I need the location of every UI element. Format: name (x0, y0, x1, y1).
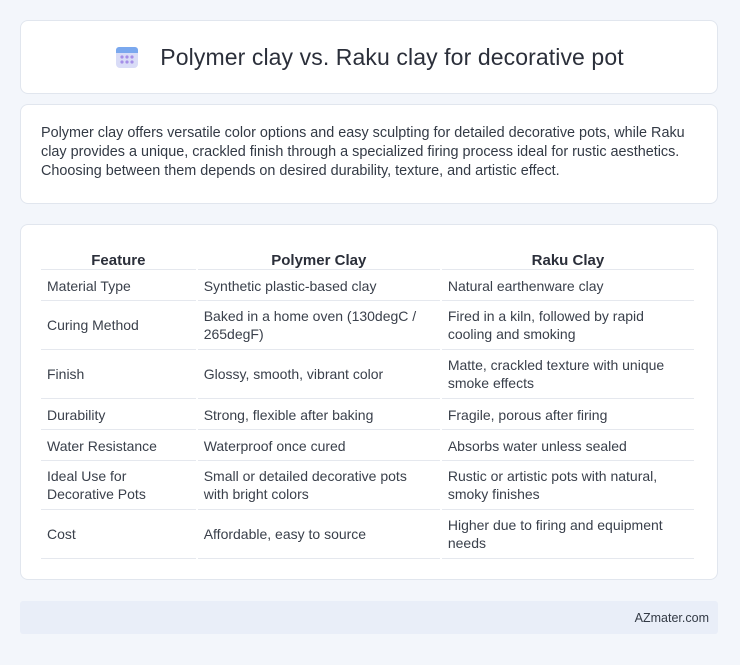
summary-text: Polymer clay offers versatile color opti… (41, 125, 685, 179)
summary-card: Polymer clay offers versatile color opti… (20, 104, 718, 204)
table-row: Water Resistance Waterproof once cured A… (41, 430, 694, 461)
table-row: Material Type Synthetic plastic-based cl… (41, 270, 694, 301)
feature-cell: Material Type (41, 270, 196, 301)
polymer-cell: Waterproof once cured (197, 430, 440, 461)
comparison-table: Feature Polymer Clay Raku Clay Material … (39, 245, 696, 559)
raku-cell: Fragile, porous after firing (441, 399, 694, 430)
title-card: Polymer clay vs. Raku clay for decorativ… (20, 20, 718, 94)
polymer-cell: Glossy, smooth, vibrant color (197, 350, 440, 399)
feature-cell: Cost (41, 510, 196, 559)
feature-cell: Curing Method (41, 301, 196, 350)
raku-cell: Matte, crackled texture with unique smok… (441, 350, 694, 399)
raku-cell: Rustic or artistic pots with natural, sm… (441, 461, 694, 510)
header-raku-clay: Raku Clay (441, 245, 694, 270)
table-row: Cost Affordable, easy to source Higher d… (41, 510, 694, 559)
feature-cell: Finish (41, 350, 196, 399)
polymer-cell: Strong, flexible after baking (197, 399, 440, 430)
header-feature: Feature (41, 245, 196, 270)
calendar-icon (116, 47, 139, 68)
raku-cell: Absorbs water unless sealed (441, 430, 694, 461)
polymer-cell: Small or detailed decorative pots with b… (197, 461, 440, 510)
polymer-cell: Baked in a home oven (130degC / 265degF) (197, 301, 440, 350)
raku-cell: Higher due to firing and equipment needs (441, 510, 694, 559)
header-polymer-clay: Polymer Clay (197, 245, 440, 270)
feature-cell: Durability (41, 399, 196, 430)
page-title: Polymer clay vs. Raku clay for decorativ… (160, 43, 624, 70)
footer-bar: AZmater.com (20, 601, 718, 634)
table-row: Curing Method Baked in a home oven (130d… (41, 301, 694, 350)
table-row: Finish Glossy, smooth, vibrant color Mat… (41, 350, 694, 399)
table-row: Durability Strong, flexible after baking… (41, 399, 694, 430)
table-header-row: Feature Polymer Clay Raku Clay (41, 245, 694, 270)
comparison-card: Feature Polymer Clay Raku Clay Material … (20, 224, 718, 580)
table-row: Ideal Use for Decorative Pots Small or d… (41, 461, 694, 510)
raku-cell: Natural earthenware clay (441, 270, 694, 301)
polymer-cell: Synthetic plastic-based clay (197, 270, 440, 301)
feature-cell: Ideal Use for Decorative Pots (41, 461, 196, 510)
footer-brand: AZmater.com (634, 610, 709, 625)
polymer-cell: Affordable, easy to source (197, 510, 440, 559)
title-wrap: Polymer clay vs. Raku clay for decorativ… (114, 43, 624, 71)
feature-cell: Water Resistance (41, 430, 196, 461)
raku-cell: Fired in a kiln, followed by rapid cooli… (441, 301, 694, 350)
